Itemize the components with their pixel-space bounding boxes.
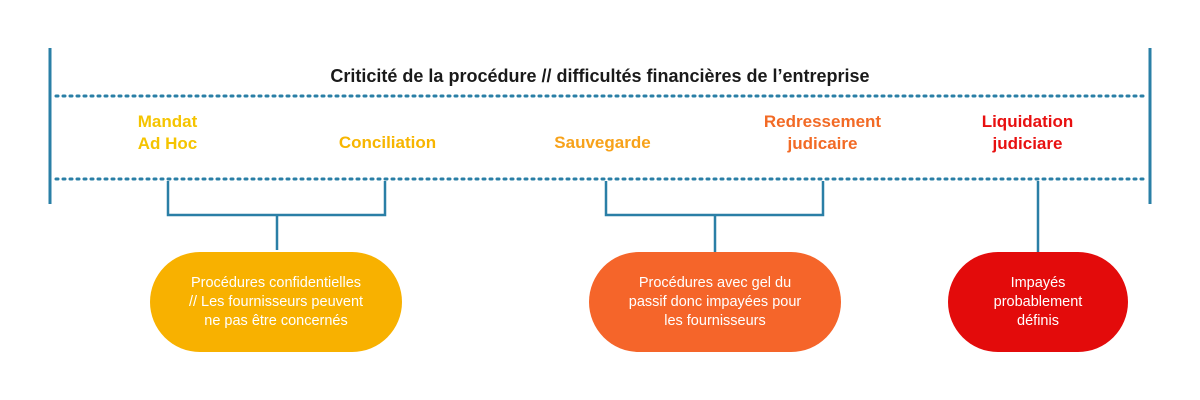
- group-frozen-liabilities-pill: Procédures avec gel du passif donc impay…: [589, 252, 841, 352]
- stage-mandat-ad-hoc: Mandat Ad Hoc: [95, 111, 240, 155]
- stage-label: Liquidation judiciare: [981, 112, 1074, 153]
- diagram-title: Criticité de la procédure // difficultés…: [330, 66, 870, 86]
- stage-label: Mandat Ad Hoc: [137, 112, 198, 153]
- stage-conciliation: Conciliation: [305, 132, 470, 154]
- stage-redressement-judicaire: Redressement judicaire: [735, 111, 910, 155]
- group-unpaid-definitive-pill: Impayés probablement définis: [948, 252, 1128, 352]
- stage-label: Redressement judicaire: [763, 112, 882, 153]
- stage-label: Conciliation: [338, 133, 437, 152]
- bracket-middle: [604, 181, 825, 252]
- group-text: Procédures avec gel du passif donc impay…: [628, 274, 802, 329]
- bracket-left: [166, 181, 387, 250]
- stage-liquidation-judiciare: Liquidation judiciare: [945, 111, 1110, 155]
- group-text: Impayés probablement définis: [993, 274, 1083, 329]
- stage-sauvegarde: Sauvegarde: [520, 132, 685, 154]
- group-text: Procédures confidentielles // Les fourni…: [188, 274, 364, 329]
- group-confidential-pill: Procédures confidentielles // Les fourni…: [150, 252, 402, 352]
- stage-label: Sauvegarde: [554, 133, 651, 152]
